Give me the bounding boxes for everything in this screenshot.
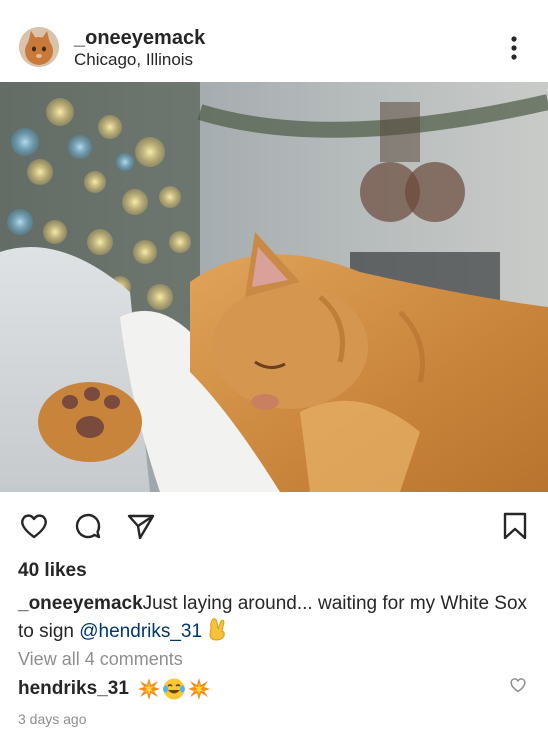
post-header: _oneeyemack Chicago, Illinois bbox=[0, 0, 548, 82]
post-photo[interactable] bbox=[0, 82, 548, 492]
likes-count[interactable]: 40 likes bbox=[18, 560, 87, 582]
collision-emoji-icon bbox=[187, 678, 210, 700]
comment-username[interactable]: hendriks_31 bbox=[18, 676, 129, 702]
face-with-tears-of-joy-icon bbox=[162, 678, 185, 700]
comment-like-heart-icon[interactable] bbox=[509, 676, 527, 694]
action-bar bbox=[0, 492, 548, 554]
comment-row: hendriks_31 bbox=[18, 676, 212, 702]
crossed-fingers-emoji-icon bbox=[207, 617, 227, 649]
heart-outline-icon[interactable] bbox=[19, 511, 49, 541]
caption-username[interactable]: _oneeyemack bbox=[18, 593, 143, 614]
post-username[interactable]: _oneeyemack bbox=[74, 27, 205, 49]
comment-bubble-icon[interactable] bbox=[73, 511, 103, 541]
more-options-icon[interactable] bbox=[504, 35, 524, 61]
comment-emojis bbox=[137, 677, 212, 701]
post-location[interactable]: Chicago, Illinois bbox=[74, 50, 193, 70]
sleeping-cat-image bbox=[0, 82, 548, 492]
collision-emoji-icon bbox=[137, 678, 160, 700]
post-caption: _oneeyemackJust laying around... waiting… bbox=[18, 590, 534, 649]
bookmark-icon[interactable] bbox=[500, 511, 530, 541]
paper-plane-icon[interactable] bbox=[126, 511, 156, 541]
view-all-comments-link[interactable]: View all 4 comments bbox=[18, 648, 183, 670]
caption-mention[interactable]: @hendriks_31 bbox=[79, 621, 202, 642]
post-timestamp: 3 days ago bbox=[18, 711, 87, 727]
avatar[interactable] bbox=[19, 27, 59, 67]
